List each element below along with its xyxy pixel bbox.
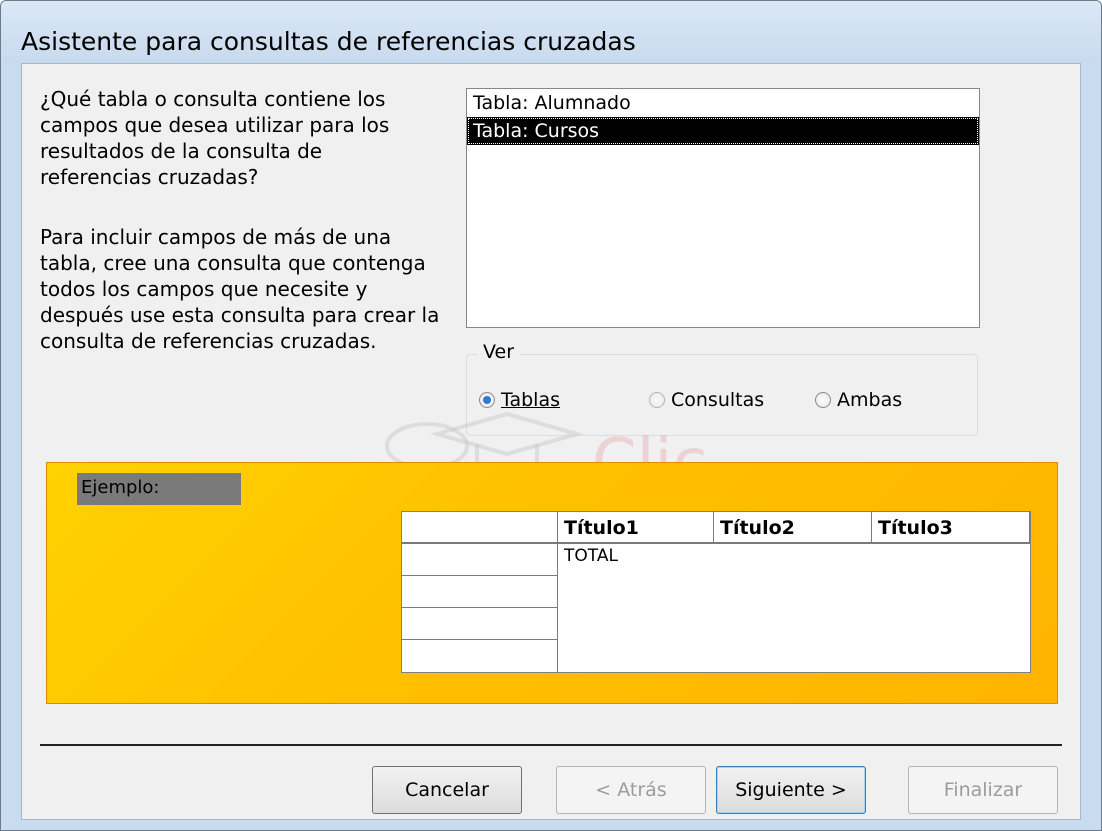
radio-ambas[interactable]: Ambas: [815, 389, 902, 411]
finish-button[interactable]: Finalizar: [908, 766, 1058, 814]
radio-ambas-label: Ambas: [837, 389, 903, 411]
grid-total-cell: TOTAL: [564, 546, 618, 566]
question-text: ¿Qué tabla o consulta contiene los campo…: [40, 87, 390, 189]
grid-header-titulo3: Título3: [872, 512, 1030, 544]
cancel-button[interactable]: Cancelar: [372, 766, 522, 814]
grid-row-cell: [402, 544, 558, 576]
radio-tablas-label: Tablas: [501, 389, 560, 411]
window-title: Asistente para consultas de referencias …: [21, 27, 636, 56]
list-item-cursos[interactable]: Tabla: Cursos: [467, 117, 979, 145]
grid-header-titulo2: Título2: [714, 512, 872, 544]
hint-text: Para incluir campos de más de una tabla,…: [40, 225, 440, 353]
radio-checked-icon: [479, 392, 495, 408]
radio-consultas-label: Consultas: [671, 389, 765, 411]
title-bar[interactable]: Asistente para consultas de referencias …: [1, 1, 1101, 63]
example-panel: Ejemplo: Título1 Título2 Título3 TOTAL: [46, 462, 1058, 704]
dialog-body: ¿Qué tabla o consulta contiene los campo…: [21, 63, 1081, 820]
grid-row-cell: [402, 640, 558, 672]
grid-header-titulo1: Título1: [558, 512, 714, 544]
next-button[interactable]: Siguiente >: [716, 766, 866, 814]
grid-row-cell: [402, 576, 558, 608]
view-group: Ver Tablas Consultas Ambas: [466, 341, 978, 436]
radio-unchecked-icon: [815, 392, 831, 408]
example-grid: Título1 Título2 Título3 TOTAL: [401, 511, 1031, 673]
grid-row-cell: [402, 608, 558, 640]
wizard-window: Asistente para consultas de referencias …: [0, 0, 1102, 831]
radio-consultas[interactable]: Consultas: [649, 389, 764, 411]
list-item-alumnado[interactable]: Tabla: Alumnado: [467, 89, 979, 117]
radio-tablas[interactable]: Tablas: [479, 389, 560, 411]
radio-unchecked-icon: [649, 392, 665, 408]
view-group-label: Ver: [477, 341, 521, 363]
back-button[interactable]: < Atrás: [556, 766, 706, 814]
grid-header-blank: [402, 512, 558, 544]
separator: [40, 744, 1062, 746]
example-label: Ejemplo:: [77, 473, 241, 505]
table-query-listbox[interactable]: Tabla: Alumnado Tabla: Cursos: [466, 88, 980, 328]
